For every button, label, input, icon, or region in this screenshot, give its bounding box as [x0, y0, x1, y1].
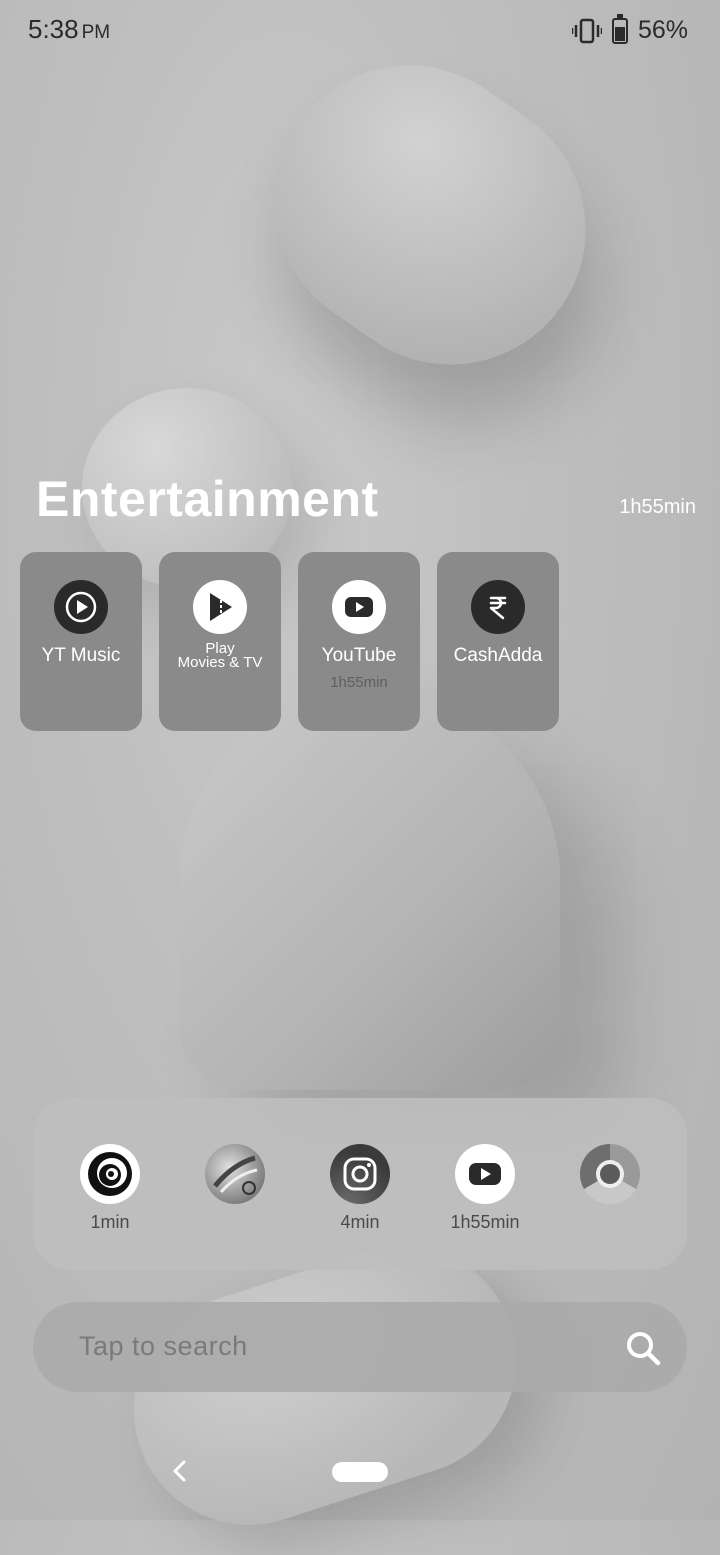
home-pill[interactable] [332, 1462, 388, 1482]
app-label-line2: Movies & TV [177, 654, 263, 671]
app-label: Play Movies & TV [159, 641, 281, 671]
app-tile-cashadda[interactable]: CashAdda [437, 552, 559, 731]
instagram-icon [330, 1144, 390, 1204]
app-label: YouTube [321, 645, 397, 666]
background-arch-shape [180, 690, 560, 1090]
photo-app-icon [205, 1144, 265, 1204]
yt-music-icon [54, 580, 108, 634]
app-tile-youtube[interactable]: YouTube 1h55min [298, 552, 420, 731]
app-dock: 1min 4min 1h55min [33, 1098, 687, 1270]
search-input[interactable]: Tap to search [79, 1331, 248, 1362]
dock-usage-time: 1min [90, 1212, 130, 1232]
category-total-time: 1h55min [619, 496, 696, 518]
dock-usage-time [185, 1212, 285, 1234]
dock-item-chrome[interactable] [560, 1144, 660, 1234]
chrome-icon [580, 1144, 640, 1204]
vortex-app-icon [80, 1144, 140, 1204]
play-movies-icon [193, 580, 247, 634]
app-label: CashAdda [453, 645, 543, 666]
category-title: Entertainment [36, 471, 379, 527]
dock-item-photo-app[interactable] [185, 1144, 285, 1234]
vibrate-icon [571, 18, 602, 43]
status-ampm: PM [81, 22, 111, 43]
app-tile-play-movies[interactable]: Play Movies & TV [159, 552, 281, 731]
dock-usage-time: 1h55min [450, 1212, 520, 1232]
youtube-icon [455, 1144, 515, 1204]
back-icon[interactable] [168, 1456, 192, 1486]
battery-icon [611, 13, 628, 44]
dock-usage-time: 4min [340, 1212, 380, 1232]
app-tile-yt-music[interactable]: YT Music [20, 552, 142, 731]
background-pill-shape [221, 12, 639, 418]
dock-item-instagram[interactable]: 4min [310, 1144, 410, 1234]
search-icon[interactable] [625, 1330, 661, 1366]
search-bar[interactable]: Tap to search [33, 1302, 687, 1392]
status-indicators: 56% [571, 13, 688, 45]
dock-usage-time [560, 1212, 660, 1234]
dock-item-vortex[interactable]: 1min [60, 1144, 160, 1234]
dock-item-youtube[interactable]: 1h55min [435, 1144, 535, 1234]
youtube-icon [332, 580, 386, 634]
rupee-icon [471, 580, 525, 634]
status-time: 5:38 [28, 14, 79, 44]
status-bar: 5:38 PM 56% [0, 0, 720, 62]
status-clock: 5:38 PM [28, 14, 110, 45]
app-usage-time: 1h55min [330, 674, 388, 691]
battery-percent: 56% [637, 16, 688, 44]
app-label: YT Music [41, 645, 121, 666]
